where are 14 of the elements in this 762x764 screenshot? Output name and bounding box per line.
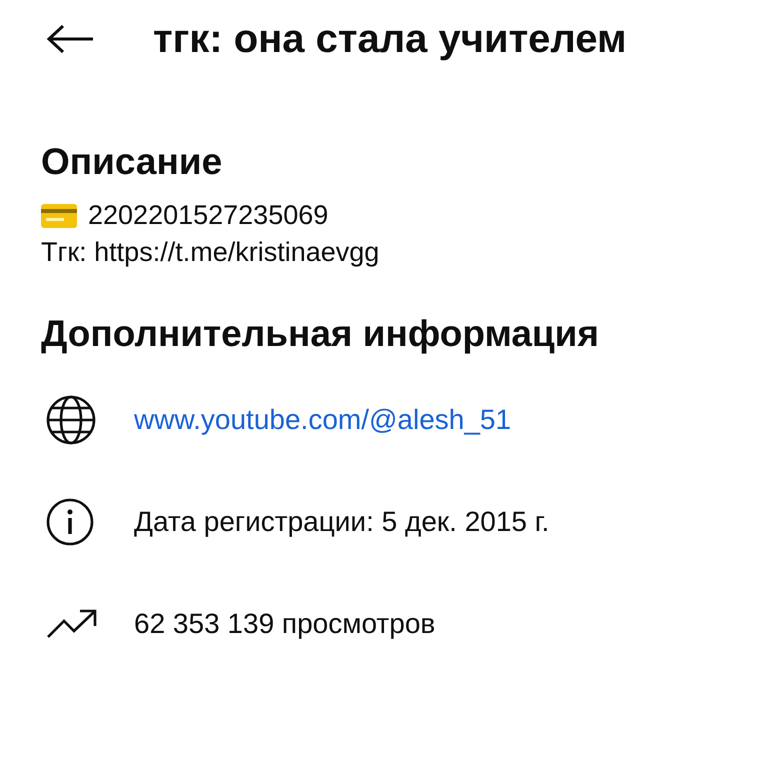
back-icon: [47, 24, 95, 54]
info-icon: [46, 498, 94, 546]
globe-icon: [46, 395, 96, 445]
section-heading: Описание: [41, 141, 224, 183]
section-heading: Дополнительная информация: [41, 313, 600, 355]
trending-icon: [46, 609, 98, 639]
back-button[interactable]: [47, 24, 95, 54]
description-text: Тгк: https://t.me/kristinaevgg: [41, 236, 380, 269]
join-date: Дата регистрации: 5 дек. 2015 г.: [134, 506, 550, 538]
channel-link[interactable]: www.youtube.com/@alesh_51: [134, 404, 512, 436]
credit-card-icon: [41, 204, 77, 228]
description-text: 2202201527235069: [88, 199, 328, 232]
view-count: 62 353 139 просмотров: [134, 608, 436, 640]
page-title: тгк: она стала учителем: [153, 16, 627, 62]
